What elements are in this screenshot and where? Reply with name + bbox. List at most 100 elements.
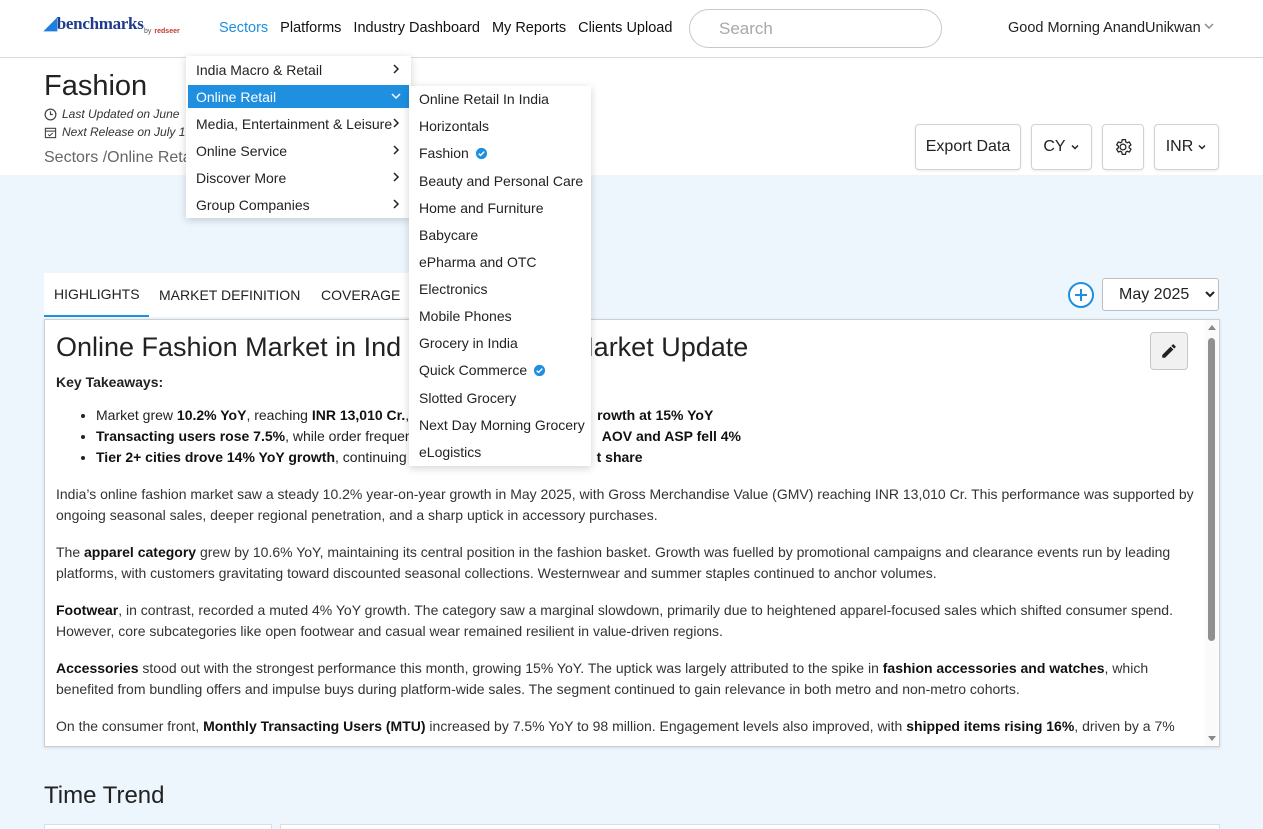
submenu-item-babycare[interactable]: Babycare: [419, 225, 478, 245]
submenu-item-next-day-morning-grocery[interactable]: Next Day Morning Grocery: [419, 415, 585, 435]
tab-coverage[interactable]: COVERAGE: [321, 273, 400, 317]
submenu-label: Fashion: [419, 145, 469, 161]
nav-platforms[interactable]: Platforms: [280, 20, 341, 36]
menu-item-label: Group Companies: [196, 196, 310, 213]
clock-icon: [44, 108, 57, 120]
add-circle-icon[interactable]: [1067, 281, 1095, 309]
tab-bar: HIGHLIGHTS MARKET DEFINITION COVERAGE: [44, 273, 414, 317]
period-dropdown[interactable]: CY: [1031, 124, 1092, 170]
scroll-up-arrow-icon[interactable]: [1207, 323, 1217, 333]
para-text: stood out with the strongest performance…: [138, 660, 883, 676]
page-title: Fashion: [44, 70, 148, 102]
takeaways-list: Market grew 10.2% YoY, reaching INR 13,0…: [96, 405, 1196, 468]
bullet-bold: INR 13,010 Cr.: [311, 407, 406, 423]
time-trend-panel-right: [280, 824, 1220, 829]
brand-by: by: [144, 28, 152, 35]
highlights-content: Online Fashion Market in Ind Market Updat…: [56, 330, 1196, 737]
chevron-down-icon: [1198, 144, 1206, 150]
menu-item-label: India Macro & Retail: [196, 61, 323, 78]
submenu-item-online-retail-in-india[interactable]: Online Retail In India: [419, 89, 549, 109]
tab-market-definition[interactable]: MARKET DEFINITION: [159, 273, 300, 317]
bullet-bold: Tier 2+ cities drove 14% YoY growth: [96, 449, 336, 465]
submenu-item-quick-commerce[interactable]: Quick Commerce: [419, 360, 546, 380]
settings-button[interactable]: [1102, 124, 1144, 170]
content-scrollbar[interactable]: [1205, 320, 1219, 746]
submenu-label: Home and Furniture: [419, 200, 544, 216]
month-select[interactable]: May 2025: [1102, 278, 1219, 311]
para-text: , driven by a 7%: [1074, 718, 1175, 734]
menu-item-online-service[interactable]: Online Service: [188, 139, 409, 162]
submenu-label: Online Retail In India: [419, 91, 549, 107]
nav-sectors[interactable]: Sectors: [219, 20, 268, 36]
tab-highlights[interactable]: HIGHLIGHTS: [44, 273, 149, 317]
export-data-button[interactable]: Export Data: [915, 124, 1021, 170]
search-input[interactable]: [689, 9, 942, 48]
last-updated-text: Last Updated on June: [62, 107, 180, 121]
paragraph-overview: India’s online fashion market saw a stea…: [56, 486, 1194, 523]
currency-dropdown[interactable]: INR: [1154, 124, 1219, 170]
submenu-item-mobile-phones[interactable]: Mobile Phones: [419, 306, 512, 326]
takeaway-item: Market grew 10.2% YoY, reaching INR 13,0…: [96, 405, 1196, 426]
submenu-item-elogistics[interactable]: eLogistics: [419, 442, 481, 462]
submenu-item-horizontals[interactable]: Horizontals: [419, 116, 489, 136]
nav-clients-upload[interactable]: Clients Upload: [578, 20, 672, 36]
calendar-icon: [44, 127, 57, 138]
heading-left: Online Fashion Market in Ind: [56, 332, 402, 362]
para-bold: Footwear: [56, 602, 119, 618]
submenu-item-slotted-grocery[interactable]: Slotted Grocery: [419, 388, 516, 408]
scroll-thumb[interactable]: [1208, 338, 1215, 641]
submenu-item-home-furniture[interactable]: Home and Furniture: [419, 198, 544, 218]
submenu-label: Beauty and Personal Care: [419, 173, 584, 189]
bullet-bold: rowth at 15% YoY: [597, 407, 714, 423]
chevron-down-icon: [391, 93, 401, 100]
chevron-down-icon[interactable]: [1203, 20, 1215, 32]
submenu-item-electronics[interactable]: Electronics: [419, 279, 487, 299]
edit-button[interactable]: [1150, 332, 1188, 370]
bullet-bold: Transacting users rose 7.5%: [96, 428, 286, 444]
takeaway-item: Transacting users rose 7.5%, while order…: [96, 426, 1196, 447]
paragraph-accessories: Accessories stood out with the strongest…: [56, 658, 1196, 700]
menu-item-media-entertainment[interactable]: Media, Entertainment & Leisure: [188, 112, 409, 135]
menu-item-online-retail[interactable]: Online Retail: [188, 85, 409, 108]
breadcrumb[interactable]: Sectors /Online Retai: [44, 149, 195, 167]
para-bold: shipped items rising 16%: [906, 718, 1075, 734]
highlights-card: Online Fashion Market in Ind Market Updat…: [44, 319, 1220, 747]
heading-right: Market Update: [571, 332, 749, 362]
key-takeaways-label: Key Takeaways:: [56, 374, 164, 390]
article-heading: Online Fashion Market in Ind Market Updat…: [56, 330, 1196, 364]
bullet-text: , continuing: [335, 449, 407, 465]
user-greeting[interactable]: Good Morning AnandUnikwan: [1008, 20, 1201, 36]
paragraph-footwear: Footwear, in contrast, recorded a muted …: [56, 600, 1196, 642]
verified-check-icon: [475, 147, 487, 159]
sectors-menu: India Macro & Retail Online Retail Media…: [186, 56, 411, 218]
nav-my-reports[interactable]: My Reports: [492, 20, 566, 36]
nav-industry-dashboard[interactable]: Industry Dashboard: [353, 20, 480, 36]
menu-item-india-macro-retail[interactable]: India Macro & Retail: [188, 58, 409, 81]
chevron-right-icon: [393, 118, 400, 128]
period-label: CY: [1043, 138, 1066, 155]
benchmarks-logo[interactable]: ◢benchmarks by redseer: [44, 14, 194, 42]
top-bar: ◢benchmarks by redseer Sectors Platforms …: [0, 0, 1263, 58]
brand-name: benchmarks: [56, 14, 144, 33]
submenu-label: Horizontals: [419, 118, 490, 134]
submenu-label: Babycare: [419, 227, 479, 243]
para-bold: apparel category: [84, 544, 197, 560]
menu-item-group-companies[interactable]: Group Companies: [188, 193, 409, 216]
scroll-down-arrow-icon[interactable]: [1207, 733, 1217, 743]
chevron-down-icon: [1071, 144, 1079, 150]
paragraph-apparel: The apparel category grew by 10.6% YoY, …: [56, 542, 1196, 584]
submenu-item-beauty-personal-care[interactable]: Beauty and Personal Care: [419, 171, 583, 191]
paragraph-consumer: On the consumer front, Monthly Transacti…: [56, 716, 1196, 737]
submenu-item-epharma-otc[interactable]: ePharma and OTC: [419, 252, 537, 272]
pencil-icon: [1162, 344, 1176, 358]
main-nav: Sectors Platforms Industry Dashboard My …: [219, 20, 672, 36]
submenu-item-fashion[interactable]: Fashion: [419, 143, 488, 163]
submenu-item-grocery-in-india[interactable]: Grocery in India: [419, 333, 518, 353]
submenu-label: Mobile Phones: [419, 308, 512, 324]
next-release: Next Release on July 1: [44, 125, 185, 139]
submenu-label: Grocery in India: [419, 335, 518, 351]
menu-item-discover-more[interactable]: Discover More: [188, 166, 409, 189]
para-text: increased by 7.5% YoY to 98 million. Eng…: [425, 718, 907, 734]
bullet-text: , while order frequen: [285, 428, 413, 444]
para-text: The: [56, 544, 85, 560]
